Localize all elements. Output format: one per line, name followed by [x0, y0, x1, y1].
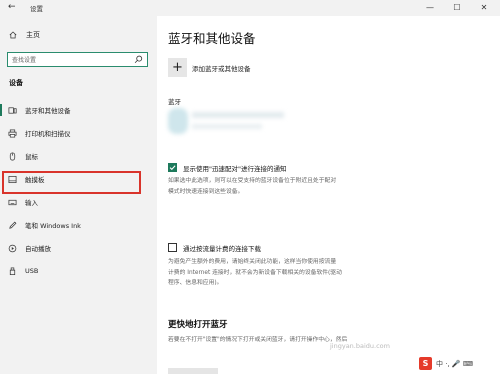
add-device-label[interactable]: 添加蓝牙或其他设备: [192, 63, 251, 73]
checkmark-icon: [169, 165, 176, 171]
sidebar-item-label: 笔和 Windows Ink: [25, 222, 81, 230]
quick-bluetooth-description: 若要在不打开"设置"的情况下打开或关闭蓝牙，请打开操作中心，然后: [168, 337, 348, 343]
blurred-device-name: [192, 112, 284, 118]
back-arrow-icon[interactable]: ←: [8, 2, 16, 12]
close-button[interactable]: ✕: [475, 1, 493, 14]
swift-pair-desc-line1: 如果选中此选项，则可以在受支持的蓝牙设备位于附近且处于配对: [168, 178, 337, 184]
sogou-logo-icon: S: [419, 357, 432, 370]
window-title: 设置: [30, 5, 43, 13]
metered-download-description: 为避免产生额外的费用，请始终关闭此功能，这样当你使用按流量 计费的 Intern…: [168, 257, 342, 289]
sidebar-item-label: 鼠标: [25, 153, 38, 161]
search-input[interactable]: [12, 55, 124, 65]
sidebar-item-label: 蓝牙和其他设备: [25, 107, 71, 115]
sidebar-item-pen[interactable]: 笔和 Windows Ink: [0, 216, 157, 234]
swift-pair-desc-line2: 模式时快速连接到这些设备。: [168, 188, 244, 195]
metered-desc-line2: 计费的 Internet 连接时，就不会为新设备下载相关的设备软件(驱动: [168, 269, 342, 276]
home-label: 主页: [26, 31, 40, 39]
section-title-quick-bluetooth: 更快地打开蓝牙: [168, 320, 228, 330]
watermark: jingyan.baidu.com: [330, 342, 390, 350]
printer-icon: [8, 129, 17, 137]
blurred-device-icon: [168, 108, 188, 134]
metered-desc-line3: 程序、信息和应用)。: [168, 280, 223, 286]
keyboard-icon: [8, 199, 17, 205]
bluetooth-label: 蓝牙: [168, 98, 181, 106]
usb-icon: [9, 267, 16, 275]
sidebar-item-label: 自动播放: [25, 245, 51, 253]
swift-pair-checkbox[interactable]: [168, 163, 177, 172]
search-icon[interactable]: [134, 55, 143, 64]
blurred-device-status: [192, 124, 262, 129]
highlight-annotation: [2, 171, 141, 194]
autoplay-icon: [8, 244, 17, 252]
bluetooth-devices-icon: [8, 106, 17, 114]
section-label-devices: 设备: [9, 79, 23, 87]
maximize-button[interactable]: ☐: [448, 1, 466, 14]
sidebar-item-label: USB: [25, 267, 39, 275]
swift-pair-description: 如果选中此选项，则可以在受支持的蓝牙设备位于附近且处于配对 模式时快速连接到这些…: [168, 176, 336, 197]
search-box[interactable]: [7, 52, 148, 67]
metered-download-checkbox[interactable]: [168, 243, 177, 252]
sidebar-item-typing[interactable]: 输入: [0, 193, 157, 211]
sidebar-item-mouse[interactable]: 鼠标: [0, 147, 157, 165]
pen-icon: [9, 221, 17, 229]
plus-icon: +: [172, 60, 183, 75]
cutoff-section-title: [168, 368, 218, 374]
sidebar-item-usb[interactable]: USB: [0, 262, 157, 280]
home-link[interactable]: 主页: [9, 30, 40, 40]
sidebar-item-bluetooth[interactable]: 蓝牙和其他设备: [0, 101, 157, 119]
metered-desc-line1: 为避免产生额外的费用，请始终关闭此功能，这样当你使用按流量: [168, 259, 337, 265]
ime-toolbar: 中 ·, 🎤 ⌨: [436, 360, 473, 368]
main-content: 蓝牙和其他设备 + 添加蓝牙或其他设备 蓝牙 显示使用"迅速配对"进行连接的通知…: [157, 16, 500, 374]
sidebar-item-label: 打印机和扫描仪: [25, 130, 71, 138]
swift-pair-label[interactable]: 显示使用"迅速配对"进行连接的通知: [183, 163, 286, 173]
sidebar-item-label: 输入: [25, 199, 38, 207]
title-bar: ← 设置 — ☐ ✕: [0, 0, 500, 16]
sidebar-item-printers[interactable]: 打印机和扫描仪: [0, 124, 157, 142]
home-icon: [9, 31, 17, 39]
page-title: 蓝牙和其他设备: [168, 31, 256, 46]
sidebar-item-autoplay[interactable]: 自动播放: [0, 239, 157, 257]
minimize-button[interactable]: —: [421, 1, 439, 14]
sidebar: 主页 设备 蓝牙和其他设备 打印机和扫描仪 鼠标: [0, 16, 157, 374]
add-device-button[interactable]: +: [168, 58, 187, 77]
mouse-icon: [9, 152, 16, 160]
metered-download-label[interactable]: 通过按流量计费的连接下载: [183, 243, 261, 253]
